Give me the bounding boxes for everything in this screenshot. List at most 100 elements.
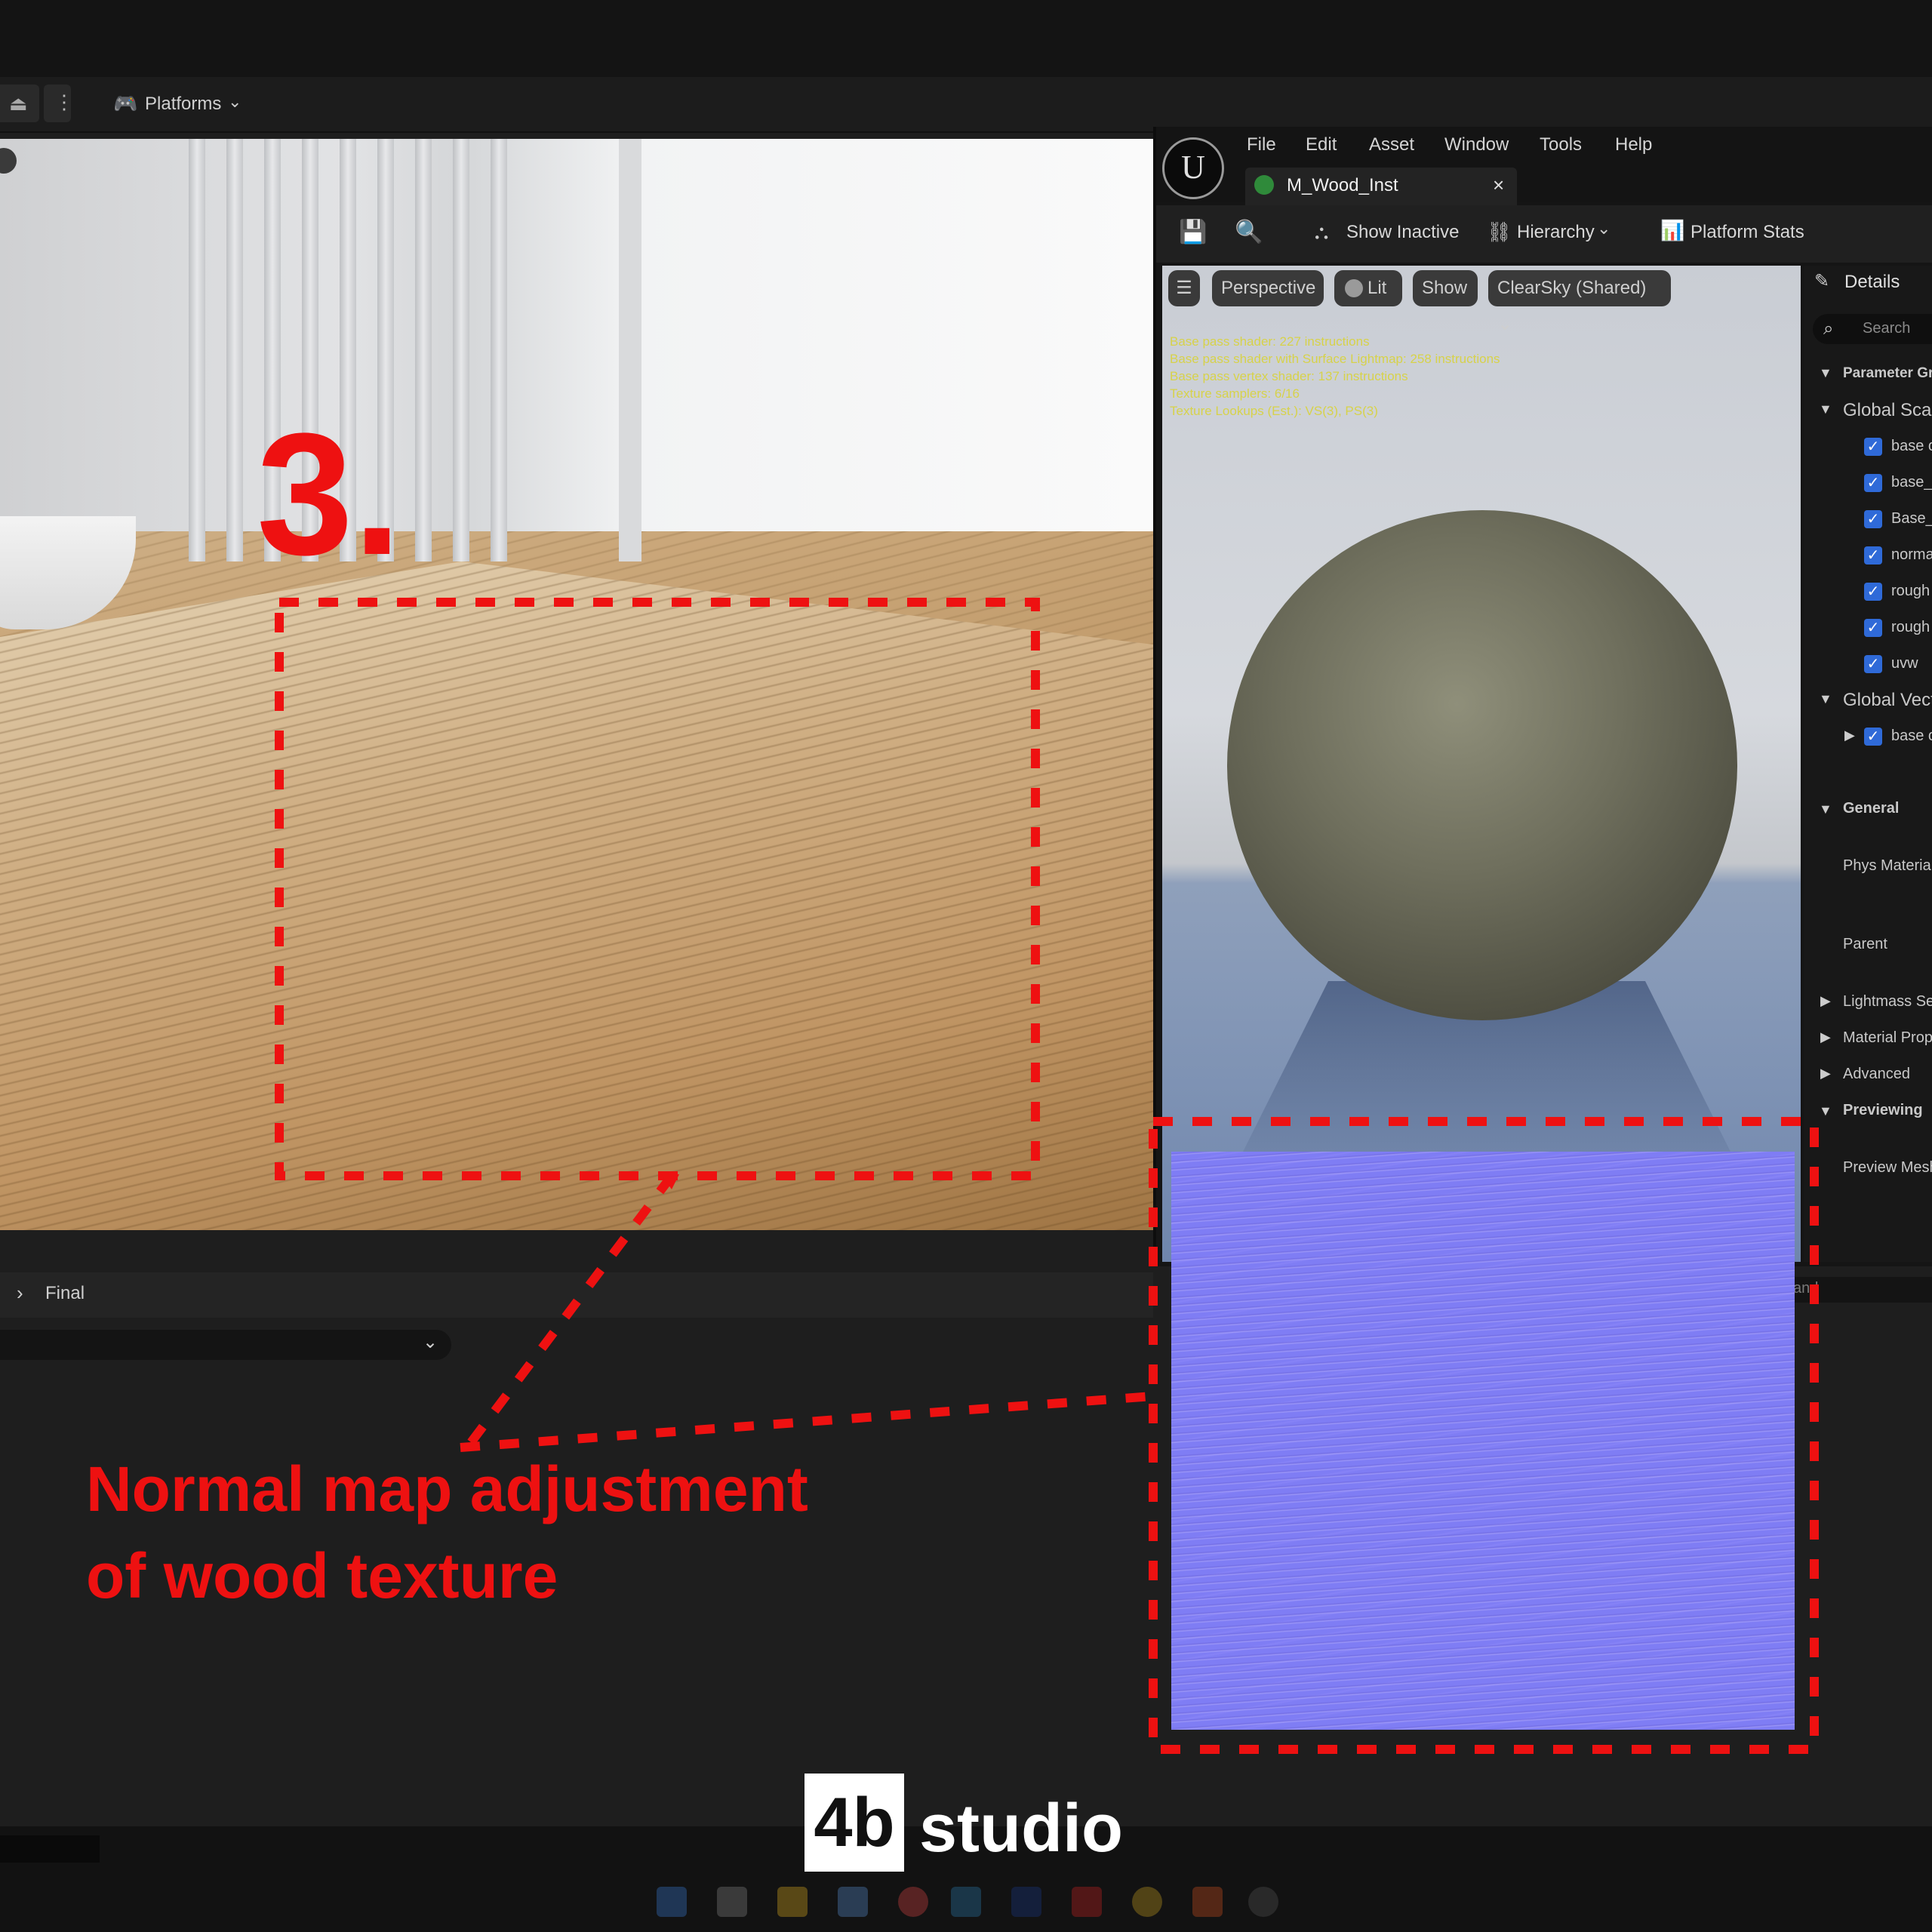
chrome-icon[interactable] bbox=[898, 1887, 928, 1917]
menu-file[interactable]: File bbox=[1247, 134, 1276, 155]
platforms-label: Platforms bbox=[145, 94, 222, 114]
ceramic-bowl bbox=[0, 516, 136, 629]
connector-line bbox=[460, 1392, 1154, 1452]
taskbar-app-icon[interactable] bbox=[838, 1887, 868, 1917]
chevron-right-icon: › bbox=[17, 1281, 23, 1304]
menu-edit[interactable]: Edit bbox=[1306, 134, 1337, 155]
preview-sphere bbox=[1227, 510, 1737, 1020]
hierarchy-icon: ⛓ bbox=[1487, 220, 1512, 243]
stat-line: Base pass shader with Surface Lightmap: … bbox=[1170, 352, 1500, 366]
param-checkbox[interactable]: ✓ bbox=[1864, 510, 1882, 528]
viewport-menu-button[interactable]: ☰ bbox=[1168, 270, 1200, 306]
lightmass-header[interactable]: Lightmass Se bbox=[1843, 993, 1932, 1011]
search-placeholder: Search bbox=[1863, 320, 1911, 337]
show-button[interactable]: Show bbox=[1413, 270, 1478, 306]
param-label: Base_ bbox=[1891, 510, 1932, 527]
curtain-fold bbox=[453, 139, 469, 561]
platform-stats-icon: 📊 bbox=[1660, 219, 1685, 242]
status-field bbox=[0, 1835, 100, 1863]
general-header[interactable]: General bbox=[1843, 800, 1899, 817]
close-tab-button[interactable]: × bbox=[1493, 174, 1504, 197]
stat-line: Texture samplers: 6/16 bbox=[1170, 386, 1300, 401]
taskbar-app-icon[interactable] bbox=[717, 1887, 747, 1917]
chevron-down-icon: ▼ bbox=[1819, 365, 1832, 380]
eject-button[interactable]: ⏏ bbox=[0, 85, 39, 122]
final-label: Final bbox=[45, 1283, 85, 1303]
environment-label: ClearSky (Shared) bbox=[1497, 278, 1647, 298]
chevron-down-icon: ▼ bbox=[1819, 1103, 1832, 1118]
stat-line: Texture Lookups (Est.): VS(3), PS(3) bbox=[1170, 404, 1378, 418]
menu-tools[interactable]: Tools bbox=[1540, 134, 1582, 155]
final-section-bar[interactable] bbox=[0, 1272, 1153, 1318]
save-icon[interactable]: 💾 bbox=[1179, 219, 1207, 245]
global-vector-header[interactable]: Global Vect bbox=[1843, 690, 1932, 711]
param-checkbox[interactable]: ✓ bbox=[1864, 583, 1882, 601]
taskbar-app-icon[interactable] bbox=[951, 1887, 981, 1917]
studio-logo-text: studio bbox=[919, 1791, 1123, 1866]
platforms-button[interactable]: 🎮 Platforms ⌄ bbox=[110, 85, 254, 122]
parent-label: Parent bbox=[1843, 936, 1887, 952]
caption-line-2: of wood texture bbox=[86, 1540, 558, 1611]
perspective-button[interactable]: Perspective bbox=[1212, 270, 1324, 306]
advanced-header[interactable]: Advanced bbox=[1843, 1066, 1910, 1083]
details-title: Details bbox=[1844, 272, 1900, 292]
param-label: base c bbox=[1891, 438, 1932, 454]
chevron-right-icon: ▶ bbox=[1844, 728, 1855, 743]
more-options-button[interactable]: ⋮ bbox=[44, 85, 74, 122]
material-instance-icon bbox=[1254, 175, 1274, 195]
platform-stats-button[interactable]: Platform Stats bbox=[1690, 222, 1804, 243]
lower-dropdown[interactable] bbox=[0, 1330, 451, 1360]
photoshop-icon[interactable] bbox=[1011, 1887, 1041, 1917]
menu-asset[interactable]: Asset bbox=[1369, 134, 1414, 155]
environment-dropdown[interactable]: ClearSky (Shared) ⌄ bbox=[1488, 270, 1671, 334]
chevron-down-icon: ⌄ bbox=[228, 92, 242, 111]
param-checkbox[interactable]: ✓ bbox=[1864, 728, 1882, 746]
unreal-taskbar-icon[interactable] bbox=[1248, 1887, 1278, 1917]
hierarchy-button[interactable]: Hierarchy bbox=[1517, 222, 1595, 243]
curtain-fold bbox=[189, 139, 205, 561]
global-scalar-header[interactable]: Global Scal bbox=[1843, 400, 1932, 421]
stat-line: Base pass shader: 227 instructions bbox=[1170, 334, 1370, 349]
param-checkbox[interactable]: ✓ bbox=[1864, 474, 1882, 492]
param-label: rough bbox=[1891, 619, 1930, 635]
param-checkbox[interactable]: ✓ bbox=[1864, 438, 1882, 456]
chevron-down-icon: ▼ bbox=[1819, 401, 1832, 417]
param-checkbox[interactable]: ✓ bbox=[1864, 546, 1882, 565]
wood-table-surface bbox=[0, 561, 1153, 1230]
details-search-input[interactable]: ⌕ Search bbox=[1813, 314, 1932, 344]
param-label: norma bbox=[1891, 546, 1932, 563]
menu-help[interactable]: Help bbox=[1615, 134, 1652, 155]
step-number: 3. bbox=[257, 397, 401, 591]
previewing-header[interactable]: Previewing bbox=[1843, 1102, 1923, 1119]
preview-mesh-label: Preview Mesh bbox=[1843, 1159, 1932, 1176]
chevron-down-icon: ⌄ bbox=[1497, 314, 1513, 334]
parameter-groups-header[interactable]: Parameter Gr bbox=[1843, 365, 1932, 382]
level-viewport[interactable] bbox=[0, 139, 1153, 1230]
main-toolbar bbox=[0, 77, 1932, 133]
gamepad-icon: 🎮 bbox=[113, 92, 138, 115]
browse-asset-icon[interactable]: 🔍 bbox=[1235, 219, 1263, 245]
unreal-logo-icon: U bbox=[1162, 137, 1224, 199]
chevron-down-icon: ▼ bbox=[1819, 691, 1832, 706]
material-props-header[interactable]: Material Prop bbox=[1843, 1029, 1932, 1047]
windows-start-icon[interactable] bbox=[657, 1887, 687, 1917]
param-label: rough bbox=[1891, 583, 1930, 599]
chevron-down-icon: ⌄ bbox=[423, 1332, 438, 1352]
param-checkbox[interactable]: ✓ bbox=[1864, 619, 1882, 637]
chevron-right-icon: ▶ bbox=[1820, 1029, 1831, 1044]
taskbar-app-icon[interactable] bbox=[1072, 1887, 1102, 1917]
wall-background bbox=[0, 139, 1153, 531]
kebab-icon: ⋮ bbox=[54, 91, 74, 113]
menu-window[interactable]: Window bbox=[1444, 134, 1509, 155]
hamburger-icon: ☰ bbox=[1176, 278, 1192, 298]
studio-logo-mark: 4b bbox=[804, 1774, 904, 1872]
stat-line: Base pass vertex shader: 137 instruction… bbox=[1170, 369, 1408, 383]
param-checkbox[interactable]: ✓ bbox=[1864, 655, 1882, 673]
show-inactive-button[interactable]: Show Inactive bbox=[1346, 222, 1459, 243]
details-icon: ✎ bbox=[1814, 271, 1830, 291]
window-frame bbox=[619, 139, 641, 561]
folder-icon[interactable] bbox=[777, 1887, 808, 1917]
taskbar-app-icon[interactable] bbox=[1132, 1887, 1162, 1917]
top-band bbox=[0, 0, 1932, 77]
taskbar-app-icon[interactable] bbox=[1192, 1887, 1223, 1917]
